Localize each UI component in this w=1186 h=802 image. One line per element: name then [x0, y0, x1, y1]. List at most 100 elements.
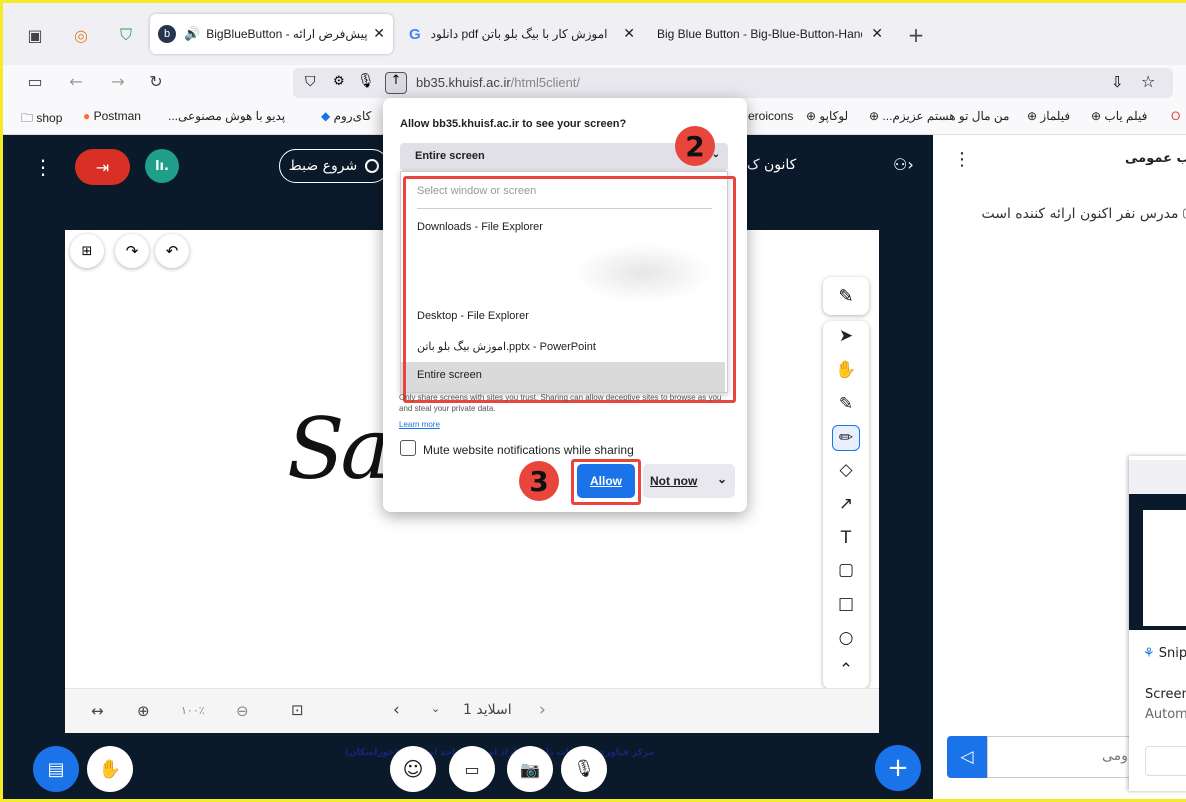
undo-icon[interactable]: ↶ [155, 234, 189, 268]
snipping-tool-popup[interactable]: ⚘ Snip Screen Autom [1129, 456, 1186, 791]
highlighter-tool-icon[interactable]: ✏ [832, 425, 860, 451]
close-tab-icon[interactable]: ✕ [623, 25, 635, 42]
preview-browser-chrome [1129, 460, 1186, 494]
meeting-title: کانون ک [747, 157, 797, 173]
presenter-text: مدرس نفر اکنون ارائه کننده است [981, 206, 1179, 222]
bookmark-man-mal[interactable]: ⊕ ...من مال تو هستم عزیزم [869, 109, 1009, 123]
multi-user-icon[interactable]: ⊞ [70, 234, 104, 268]
bookmark-label: Postman [93, 109, 141, 123]
forward-icon[interactable]: → [105, 68, 131, 94]
microphone-icon[interactable]: 🎙 [561, 746, 607, 792]
bookmark-star-icon[interactable]: ☆ [1141, 72, 1155, 91]
speaker-icon[interactable]: 🔊 [184, 26, 200, 42]
redo-icon[interactable]: ↷ [115, 234, 149, 268]
step-3-badge: 3 [519, 461, 559, 501]
camera-icon[interactable]: 📷 [507, 746, 553, 792]
screen-share-icon[interactable]: ▭ [449, 746, 495, 792]
zoom-in-icon[interactable]: ⊕ [137, 702, 150, 720]
select-tool-icon[interactable]: ➤ [832, 323, 860, 349]
raise-hand-icon[interactable]: ✋ [87, 746, 133, 792]
bookmark-heroicons[interactable]: eroicons [748, 109, 793, 123]
chat-options-icon[interactable]: ⋮ [953, 149, 971, 170]
shield-extension-icon[interactable]: ⛉ [113, 22, 139, 48]
google-favicon-icon: G [409, 25, 421, 43]
zoom-level: ۱۰۰٪ [181, 704, 205, 717]
start-recording-button[interactable]: شروع ضبط [279, 149, 389, 183]
learn-more-link[interactable]: Learn more [399, 420, 440, 429]
slide-dropdown-chevron-icon[interactable]: ⌄ [431, 702, 440, 715]
snip-action-button[interactable] [1145, 746, 1186, 776]
allow-button[interactable]: Allow [577, 464, 635, 498]
bookmark-postman[interactable]: ● Postman [83, 109, 141, 123]
user-list-icon[interactable]: ⚇› [893, 155, 914, 174]
globe-icon: ⊕ [869, 109, 880, 123]
eraser-tool-icon[interactable]: ◇ [832, 457, 860, 483]
opera-icon[interactable]: O [1171, 109, 1180, 123]
screenshot-preview [1129, 460, 1186, 630]
tab-bigbluebutton[interactable]: b 🔊 BigBlueButton - پیش‌فرض ارائه ✕ [150, 14, 393, 54]
arrow-tool-icon[interactable]: ↗ [832, 491, 860, 517]
postman-icon: ● [83, 109, 91, 123]
screen-share-permission-icon[interactable]: ↑ [385, 72, 407, 94]
reactions-icon[interactable]: ☺ [390, 746, 436, 792]
sidebar-toggle-icon[interactable]: ▭ [22, 68, 48, 94]
pan-hand-icon[interactable]: ✋ [832, 357, 860, 383]
presenter-notice: 🖵 مدرس نفر اکنون ارائه کننده است [981, 205, 1186, 223]
zoom-out-icon[interactable]: ⊖ [236, 702, 249, 720]
new-tab-button[interactable]: + [903, 22, 929, 48]
bookmark-filmaz[interactable]: ⊕ فیلماز [1027, 109, 1070, 123]
reload-icon[interactable]: ↻ [143, 68, 169, 94]
bookmark-lukapu[interactable]: ⊕ لوکاپو [806, 109, 848, 123]
presentation-icon[interactable]: ▤ [33, 746, 79, 792]
not-now-button[interactable]: Not now ⌄ [643, 464, 735, 498]
bookmark-film-yab[interactable]: ⊕ فیلم یاب [1091, 109, 1147, 123]
actions-plus-button[interactable]: + [875, 745, 921, 791]
poll-stats-icon[interactable]: lı. [145, 149, 179, 183]
bookmark-label: فیلم یاب [1104, 109, 1148, 123]
share-selected-value: Entire screen [415, 150, 485, 162]
more-options-icon[interactable]: ⋮ [33, 155, 53, 179]
tab-handbook[interactable]: Big Blue Button - Big-Blue-Button-Handi … [651, 14, 891, 54]
tracking-shield-icon[interactable]: ⛉ [305, 74, 316, 90]
close-tab-icon[interactable]: ✕ [871, 25, 883, 42]
fit-page-icon[interactable]: ⊡ [291, 701, 304, 719]
snip-name: Snip [1158, 646, 1186, 661]
bookmark-shop[interactable]: 🗀 shop [21, 109, 62, 130]
bookmark-label: ...پدیو با هوش مصنوعی [168, 109, 286, 123]
preview-slide [1143, 510, 1186, 626]
mute-notifications-checkbox[interactable] [400, 440, 416, 456]
url-path: /html5client/ [510, 75, 581, 90]
leave-meeting-button[interactable]: ⇥ [75, 149, 130, 185]
sticky-note-icon[interactable]: ▢ [832, 557, 860, 583]
snip-app-label: ⚘ Snip [1143, 646, 1186, 661]
close-tab-icon[interactable]: ✕ [373, 25, 385, 42]
bookmark-ai-video[interactable]: ...پدیو با هوش مصنوعی [168, 109, 285, 123]
bookmark-kairoom[interactable]: ◆ کای‌روم [321, 109, 371, 123]
tab-list-icon[interactable]: ▣ [22, 22, 48, 48]
back-icon[interactable]: ← [63, 68, 89, 94]
pen-tool-icon[interactable]: ✎ [832, 391, 860, 417]
slide-label[interactable]: اسلاید 1 [463, 702, 512, 718]
microphone-permission-icon[interactable]: 🎙 [357, 73, 375, 89]
rectangle-tool-icon[interactable]: □ [832, 591, 860, 617]
previous-slide-icon[interactable]: ‹ [393, 700, 400, 720]
save-page-icon[interactable]: ⇩ [1111, 73, 1124, 91]
bookmark-label: shop [36, 111, 63, 125]
url-text: bb35.khuisf.ac.ir/html5client/ [416, 75, 580, 90]
tab-google[interactable]: G دانلود pdf اموزش کار با بیگ بلو باتن ·… [403, 14, 643, 54]
permissions-icon[interactable]: ⚙ [333, 74, 345, 89]
share-prompt: Allow bb35.khuisf.ac.ir to see your scre… [400, 118, 627, 130]
bookmark-label: کای‌روم [333, 109, 372, 123]
more-tools-chevron-icon[interactable]: ⌃ [832, 657, 860, 683]
url-domain: bb35.khuisf.ac.ir [416, 75, 511, 90]
address-bar[interactable]: ⛉ ⚙ 🎙 ↑ bb35.khuisf.ac.ir/html5client/ ⇩… [293, 68, 1173, 98]
chevron-down-icon[interactable]: ⌄ [717, 472, 727, 486]
globe-icon: ⊕ [806, 109, 817, 123]
fit-width-icon[interactable]: ↔ [91, 702, 104, 720]
hide-tools-icon[interactable]: ✎ [823, 277, 869, 315]
send-message-icon[interactable]: ◁ [947, 736, 987, 778]
extension-e-icon[interactable]: ◎ [68, 22, 94, 48]
text-tool-icon[interactable]: T [832, 525, 860, 551]
ellipse-tool-icon[interactable]: ○ [832, 625, 860, 651]
next-slide-icon[interactable]: › [539, 700, 546, 720]
